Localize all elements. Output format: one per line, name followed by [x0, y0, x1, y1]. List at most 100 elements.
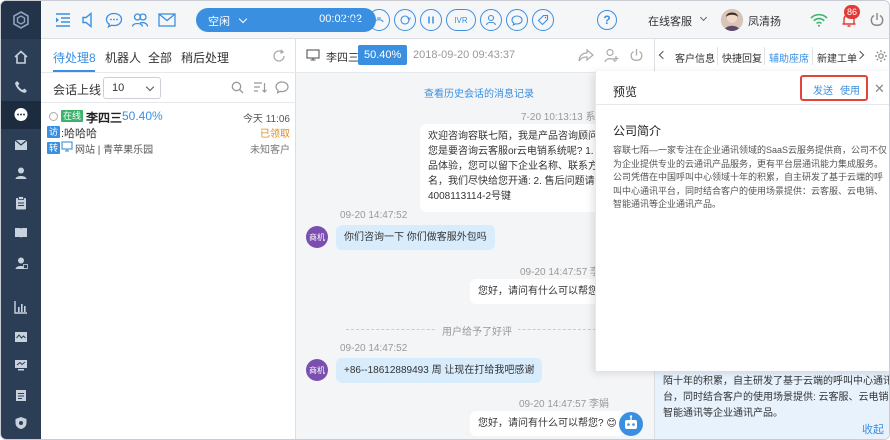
visit-badge: 访 — [47, 126, 61, 138]
email-icon[interactable] — [157, 10, 177, 30]
rating-separator-text: 用户给予了好评 — [436, 323, 518, 338]
monitor-icon[interactable] — [1, 323, 41, 351]
user-name[interactable]: 凤清扬 — [748, 13, 781, 29]
top-toolbar: 空闲 00:02:02 IVR ? 在线客服 凤清扬 86 — [41, 1, 889, 39]
wifi-icon — [809, 10, 829, 30]
chevron-left-icon[interactable] — [658, 50, 668, 60]
tab-pending[interactable]: 待处理8 — [53, 49, 96, 66]
history-messages-link[interactable]: 查看历史会话的消息记录 — [424, 85, 534, 100]
agent-status-label: 空闲 — [208, 16, 230, 28]
message-time: 09-20 14:47:52 — [340, 210, 408, 221]
tab-customer-info[interactable]: 客户信息 — [675, 50, 715, 65]
mail-icon[interactable] — [1, 131, 41, 159]
tab-all[interactable]: 全部 — [148, 49, 172, 66]
session-list-panel: 待处理8 机器人 全部 稍后处理 会话上线 10 在线 李四三 50.40% 今… — [41, 39, 296, 439]
session-item[interactable]: 在线 李四三 50.40% 今天 11:06 访 :哈哈哈 已领取 转 网站 |… — [41, 103, 296, 156]
user-avatar[interactable] — [721, 9, 743, 31]
session-limit-select[interactable]: 10 — [103, 77, 161, 99]
session-filter-bar: 会话上线 10 — [41, 73, 296, 103]
app-window: 空闲 00:02:02 IVR ? 在线客服 凤清扬 86 待处理8 机器人 全… — [0, 0, 890, 440]
tab-new-ticket[interactable]: 新建工单 — [817, 50, 857, 65]
company-info-card: 陌十年的积累，自主研发了基于云端的呼叫中心通讯平 台，同时结合客户的使用场景提供… — [655, 367, 890, 439]
search-icon[interactable] — [231, 81, 244, 97]
chat-icon[interactable] — [1, 101, 41, 129]
preview-line: 公司凭借在中国呼叫中心领域十年的积累，自主研发了基于云端的呼 — [613, 172, 884, 182]
clipboard-icon[interactable] — [1, 189, 41, 217]
info-line: 陌十年的积累，自主研发了基于云端的呼叫中心通讯平 — [663, 376, 890, 387]
message-bubble-agent: 您好，请问有什么可以帮您? 😊 — [470, 411, 625, 436]
book-icon[interactable] — [1, 219, 41, 247]
contacts-icon[interactable] — [1, 159, 41, 187]
use-button[interactable]: 使用 — [840, 82, 860, 97]
session-limit-value: 10 — [112, 82, 125, 94]
agent-icon[interactable] — [1, 249, 41, 277]
session-time: 今天 11:06 — [242, 114, 290, 125]
preview-title: 预览 — [613, 85, 638, 99]
message-icon[interactable] — [104, 10, 124, 30]
message-bubble-customer: 你们咨询一下 你们做客服外包吗 — [336, 225, 495, 250]
end-session-icon[interactable] — [629, 48, 644, 66]
chevron-down-icon[interactable] — [699, 13, 708, 22]
hold-button[interactable] — [368, 9, 390, 31]
message-time: 09-20 14:47:57 李娟 — [519, 399, 610, 410]
share-icon[interactable] — [578, 48, 594, 66]
tag-button[interactable] — [532, 9, 554, 31]
home-icon[interactable] — [1, 43, 41, 71]
tab-assist-seat[interactable]: 辅助座席 — [769, 50, 809, 65]
preview-body: 容联七陌—一家专注在企业通讯领域的SaaS云服务提供商，公司不仅 为企业提供专业… — [613, 144, 887, 212]
sms-button[interactable] — [506, 9, 528, 31]
robot-icon[interactable] — [619, 412, 643, 436]
session-source: 网站 | 青苹果乐园 — [75, 145, 154, 156]
calendar-icon[interactable] — [1, 381, 41, 409]
preview-heading: 公司简介 — [613, 124, 662, 138]
stats-icon[interactable] — [1, 293, 41, 321]
security-icon[interactable] — [1, 409, 41, 437]
chat-settings-icon[interactable] — [275, 81, 289, 97]
tab-robot[interactable]: 机器人 — [105, 49, 141, 66]
notification-badge: 86 — [844, 5, 861, 19]
session-tabs: 待处理8 机器人 全部 稍后处理 — [41, 39, 296, 73]
ivr-button[interactable]: IVR — [446, 9, 476, 31]
session-last-message: :哈哈哈 — [61, 128, 98, 140]
gear-icon[interactable] — [874, 49, 888, 66]
hangup-button[interactable] — [342, 9, 364, 31]
transfer-button[interactable] — [394, 9, 416, 31]
info-line: 台，同时结合客户的使用场景提供: 云客服、云电销、 — [663, 392, 890, 403]
chat-percent-badge: 50.40% — [358, 45, 408, 65]
pause-button[interactable] — [420, 9, 442, 31]
service-mode-label[interactable]: 在线客服 — [648, 13, 692, 29]
tab-quick-reply[interactable]: 快捷回复 — [722, 50, 762, 65]
customer-avatar: 商机 — [306, 359, 328, 381]
transfer-badge: 转 — [47, 142, 61, 154]
chevron-down-icon — [238, 14, 248, 24]
preview-line: 为企业提供专业的云通讯产品服务，更有平台层通讯能力集成服务。 — [613, 158, 884, 169]
session-percent: 50.40% — [122, 109, 163, 123]
report-icon[interactable] — [1, 351, 41, 379]
refresh-icon[interactable] — [272, 49, 286, 66]
message-time: 09-20 14:47:52 — [340, 343, 408, 354]
close-icon[interactable]: ✕ — [874, 81, 885, 97]
menu-toggle-icon[interactable] — [53, 10, 73, 30]
consult-button[interactable] — [480, 9, 502, 31]
message-time: 7-20 10:13:13 系 — [521, 112, 596, 123]
chat-customer-name: 李四三 — [326, 52, 359, 64]
power-icon[interactable] — [867, 10, 887, 30]
session-customer-name: 李四三 — [86, 111, 123, 125]
help-button[interactable]: ? — [597, 10, 617, 30]
sort-icon[interactable] — [253, 81, 267, 97]
tab-divider — [717, 47, 718, 65]
tab-later[interactable]: 稍后处理 — [181, 49, 229, 66]
send-button[interactable]: 发送 — [813, 82, 833, 97]
message-bubble-customer: +86--18612889493 周 让现在打给我吧感谢 — [336, 358, 543, 383]
session-customer-type: 未知客户 — [250, 145, 290, 156]
tab-divider — [812, 47, 813, 65]
chevron-right-icon[interactable] — [855, 50, 865, 60]
app-logo-icon — [1, 1, 41, 39]
phone-icon[interactable] — [1, 73, 41, 101]
volume-icon[interactable] — [79, 10, 99, 30]
collapse-link[interactable]: 收起 — [862, 421, 884, 437]
user-transfer-icon[interactable] — [604, 48, 619, 66]
group-icon[interactable] — [130, 10, 150, 30]
session-select-radio[interactable] — [49, 112, 58, 121]
message-time: 09-20 14:47:57 李 — [520, 267, 601, 278]
